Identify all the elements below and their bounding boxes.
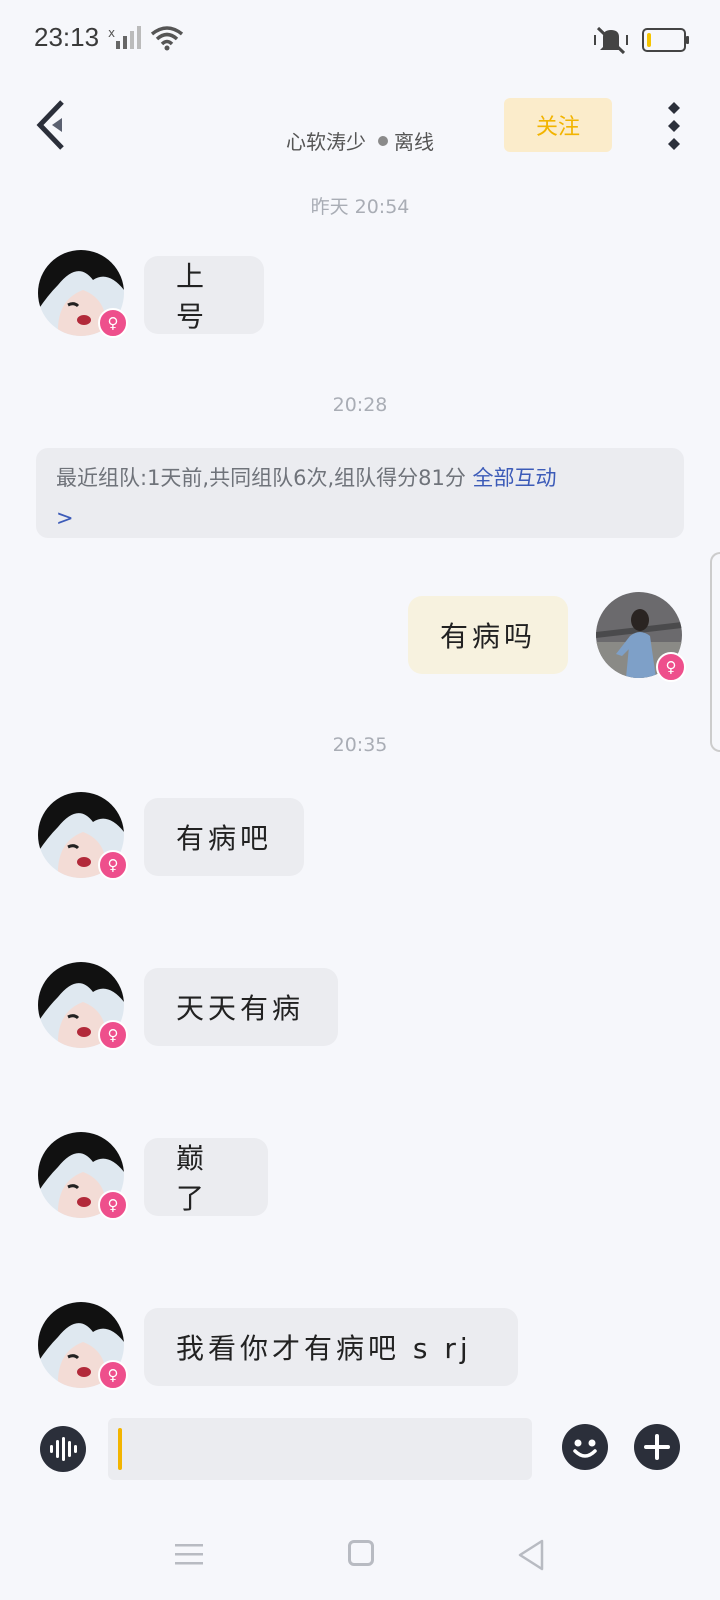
voice-input-button[interactable] — [40, 1426, 86, 1472]
gender-badge-female-icon: ♀ — [98, 1190, 128, 1220]
battery-icon — [642, 28, 689, 52]
more-button[interactable] — [662, 100, 686, 152]
status-time: 23:13 — [34, 22, 100, 52]
more-actions-button[interactable] — [634, 1424, 680, 1470]
voice-wave-icon — [50, 1437, 77, 1461]
menu-icon — [175, 1544, 203, 1565]
status-signal-icons: x — [108, 22, 184, 54]
gender-badge-female-icon: ♀ — [98, 850, 128, 880]
message-bubble-incoming[interactable]: 上号 — [144, 256, 264, 334]
plus-icon — [644, 1434, 670, 1460]
message-bubble-incoming[interactable]: 我看你才有病吧 s rj — [144, 1308, 518, 1386]
smile-icon — [573, 1439, 597, 1458]
gender-badge-female-icon: ♀ — [656, 652, 686, 682]
message-bubble-incoming[interactable]: 有病吧 — [144, 798, 304, 876]
team-record-card: 最近组队:1天前,共同组队6次,组队得分81分 全部互动 > — [36, 448, 684, 538]
nav-back-button[interactable] — [516, 1538, 546, 1572]
emoji-button[interactable] — [562, 1424, 608, 1470]
signal-icon: x — [108, 26, 141, 49]
mute-vibrate-icon — [594, 26, 628, 55]
timestamp: 20:35 — [332, 734, 388, 756]
chat-title: 心软涛少 离线 — [0, 126, 720, 155]
online-status-text: 离线 — [394, 130, 434, 154]
status-right — [594, 22, 689, 58]
svg-text:x: x — [108, 26, 115, 40]
status-dot-icon — [378, 135, 388, 146]
wifi-icon — [150, 26, 184, 51]
gender-badge-female-icon: ♀ — [98, 308, 128, 338]
message-bubble-incoming[interactable]: 巅了 — [144, 1138, 268, 1216]
all-interactions-arrow-icon[interactable]: > — [56, 506, 74, 530]
message-bubble-outgoing[interactable]: 有病吗 — [408, 596, 568, 674]
follow-button[interactable]: 关注 — [504, 98, 612, 152]
timestamp: 20:28 — [332, 394, 388, 416]
more-vertical-icon — [668, 102, 680, 150]
triangle-back-icon — [518, 1539, 544, 1571]
gender-badge-female-icon: ♀ — [98, 1360, 128, 1390]
online-status: 离线 — [378, 126, 434, 155]
nav-recents-button[interactable] — [174, 1542, 204, 1568]
gender-badge-female-icon: ♀ — [98, 1020, 128, 1050]
team-record-text: 最近组队:1天前,共同组队6次,组队得分81分 — [56, 466, 473, 490]
all-interactions-link[interactable]: 全部互动 — [473, 466, 557, 490]
timestamp: 昨天 20:54 — [310, 196, 410, 218]
nav-home-button[interactable] — [348, 1540, 374, 1566]
message-bubble-incoming[interactable]: 天天有病 — [144, 968, 338, 1046]
contact-name: 心软涛少 — [286, 130, 366, 154]
scroll-indicator[interactable] — [710, 552, 720, 752]
message-input[interactable] — [108, 1418, 532, 1480]
text-caret — [118, 1428, 122, 1470]
